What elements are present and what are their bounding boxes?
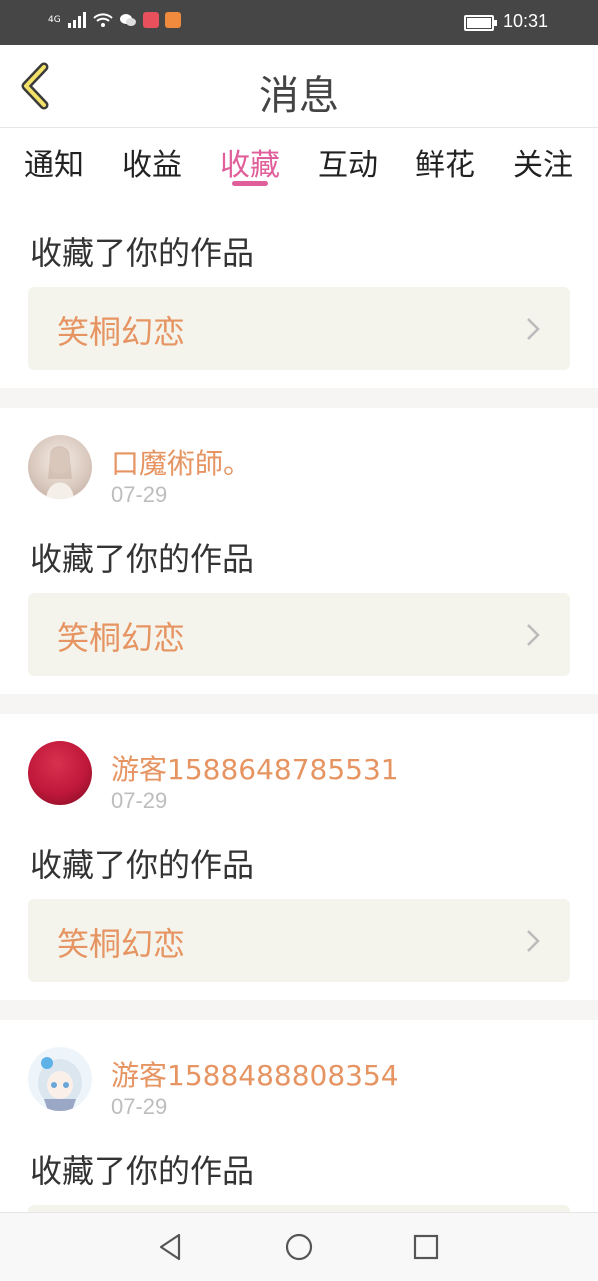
tab-bar: 通知 收益 收藏 互动 鲜花 关注 xyxy=(0,128,598,188)
back-nav-icon[interactable] xyxy=(155,1231,187,1263)
work-link[interactable]: 笑桐幻恋 xyxy=(28,593,570,676)
list-item: 游客1588648785531 07-29 收藏了你的作品 笑桐幻恋 xyxy=(0,714,598,1000)
status-time: 10:31 xyxy=(502,11,548,31)
list-item: 游客1588488808354 07-29 收藏了你的作品 xyxy=(0,1020,598,1212)
timestamp: 07-29 xyxy=(111,1094,168,1119)
status-icons: 4G xyxy=(48,12,181,28)
username[interactable]: 游客1588648785531 xyxy=(111,748,399,788)
timestamp: 07-29 xyxy=(111,788,168,813)
chevron-right-icon xyxy=(527,318,540,340)
tab-follows[interactable]: 关注 xyxy=(513,140,573,184)
message-text: 收藏了你的作品 xyxy=(30,234,255,272)
message-text: 收藏了你的作品 xyxy=(30,540,255,578)
list-item: 口魔術師。 07-29 收藏了你的作品 笑桐幻恋 xyxy=(0,408,598,694)
tab-notifications[interactable]: 通知 xyxy=(24,140,84,184)
avatar[interactable] xyxy=(28,435,92,499)
signal-icon xyxy=(67,12,86,28)
recents-nav-icon[interactable] xyxy=(410,1231,442,1263)
tab-interactions[interactable]: 互动 xyxy=(318,140,378,184)
wifi-icon xyxy=(93,13,113,27)
home-nav-icon[interactable] xyxy=(283,1231,315,1263)
message-list[interactable]: 收藏了你的作品 笑桐幻恋 口魔術師。 07-29 收藏了你的作品 笑桐幻恋 游客… xyxy=(0,188,598,1212)
username[interactable]: 口魔術師。 xyxy=(111,442,251,482)
list-item: 收藏了你的作品 笑桐幻恋 xyxy=(0,188,598,388)
system-nav-bar xyxy=(0,1212,598,1281)
tab-favorites[interactable]: 收藏 xyxy=(220,140,280,184)
work-title: 笑桐幻恋 xyxy=(57,313,186,351)
work-link[interactable] xyxy=(28,1205,570,1212)
app-notification-icon-2 xyxy=(164,12,181,28)
work-link[interactable]: 笑桐幻恋 xyxy=(28,287,570,370)
timestamp: 07-29 xyxy=(111,482,168,507)
network-label: 4G xyxy=(48,14,61,25)
status-bar: 4G 10:31 xyxy=(0,0,598,45)
message-text: 收藏了你的作品 xyxy=(30,846,255,884)
battery-icon xyxy=(464,15,497,31)
work-title: 笑桐幻恋 xyxy=(57,619,186,657)
avatar[interactable] xyxy=(28,741,92,805)
work-link[interactable]: 笑桐幻恋 xyxy=(28,899,570,982)
active-tab-indicator xyxy=(232,181,268,186)
wechat-icon xyxy=(119,14,136,26)
message-text: 收藏了你的作品 xyxy=(30,1152,255,1190)
app-notification-icon xyxy=(142,12,159,28)
tab-flowers[interactable]: 鲜花 xyxy=(415,140,475,184)
work-title: 笑桐幻恋 xyxy=(57,925,186,963)
chevron-right-icon xyxy=(527,930,540,952)
avatar[interactable] xyxy=(28,1047,92,1111)
tab-earnings[interactable]: 收益 xyxy=(122,140,182,184)
page-title: 消息 xyxy=(259,73,339,119)
username[interactable]: 游客1588488808354 xyxy=(111,1054,399,1094)
app-header: 消息 xyxy=(0,45,598,128)
chevron-right-icon xyxy=(527,624,540,646)
